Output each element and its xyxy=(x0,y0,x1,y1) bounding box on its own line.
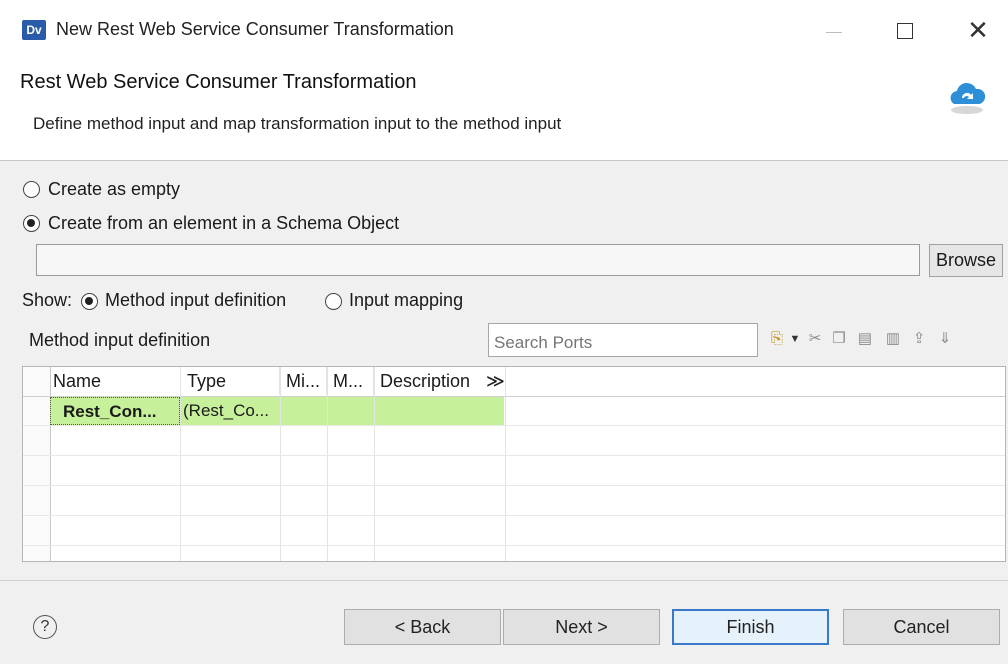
create-empty-radio[interactable] xyxy=(23,181,40,198)
method-input-definition-label: Method input definition xyxy=(105,290,287,310)
port-min-cell[interactable] xyxy=(280,397,327,425)
port-description-cell[interactable] xyxy=(374,397,504,425)
back-button[interactable]: < Back xyxy=(344,609,501,645)
input-mapping-label: Input mapping xyxy=(349,290,464,310)
create-from-schema-label: Create from an element in a Schema Objec… xyxy=(48,213,400,233)
browse-button[interactable]: Browse xyxy=(929,244,1003,277)
window-title: New Rest Web Service Consumer Transforma… xyxy=(56,19,454,39)
cancel-button[interactable]: Cancel xyxy=(843,609,1000,645)
port-type-cell[interactable]: (Rest_Co... xyxy=(181,397,280,425)
column-header-min[interactable]: Mi... xyxy=(280,367,327,395)
column-header-type[interactable]: Type xyxy=(181,367,280,395)
input-mapping-radio[interactable] xyxy=(325,293,342,310)
column-header-name[interactable]: Name xyxy=(50,367,181,395)
column-header-max[interactable]: M... xyxy=(327,367,374,395)
method-input-definition-radio[interactable] xyxy=(81,293,98,310)
maximize-button[interactable] xyxy=(884,10,928,50)
move-down-icon[interactable]: ⇓ xyxy=(936,330,954,348)
close-button[interactable]: ✕ xyxy=(956,10,1000,50)
footer-separator xyxy=(0,580,1008,581)
page-description: Define method input and map transformati… xyxy=(33,114,562,133)
move-up-icon[interactable]: ⇪ xyxy=(910,330,928,348)
create-from-schema-radio[interactable] xyxy=(23,215,40,232)
next-button[interactable]: Next > xyxy=(503,609,660,645)
copy-icon[interactable]: ❐ xyxy=(830,330,848,348)
port-max-cell[interactable] xyxy=(327,397,374,425)
create-empty-label: Create as empty xyxy=(48,179,181,199)
more-columns-icon[interactable]: ≫ xyxy=(484,367,506,395)
app-icon: Dv xyxy=(22,20,46,40)
page-title: Rest Web Service Consumer Transformation xyxy=(20,71,417,93)
port-name-cell[interactable]: Rest_Con... xyxy=(50,397,180,425)
section-label: Method input definition xyxy=(29,330,211,350)
paste-icon[interactable]: ▤ xyxy=(856,330,874,348)
ports-table[interactable]: Name Type Mi... M... Description ≫ Rest_… xyxy=(22,366,1006,562)
column-header-description[interactable]: Description xyxy=(374,367,484,395)
close-icon: ✕ xyxy=(967,15,989,45)
finish-button[interactable]: Finish xyxy=(672,609,829,645)
minimize-button[interactable] xyxy=(812,10,856,50)
help-icon[interactable]: ? xyxy=(33,615,57,639)
cut-icon[interactable]: ✂ xyxy=(806,330,824,348)
new-port-icon[interactable]: ⎘ xyxy=(768,330,786,348)
search-ports-input[interactable] xyxy=(488,323,758,357)
schema-path-field[interactable] xyxy=(36,244,920,276)
cloud-sync-icon xyxy=(950,82,986,114)
show-label: Show: xyxy=(22,290,73,310)
dropdown-arrow-icon[interactable]: ▼ xyxy=(786,330,804,348)
delete-icon[interactable]: ▥ xyxy=(884,330,902,348)
